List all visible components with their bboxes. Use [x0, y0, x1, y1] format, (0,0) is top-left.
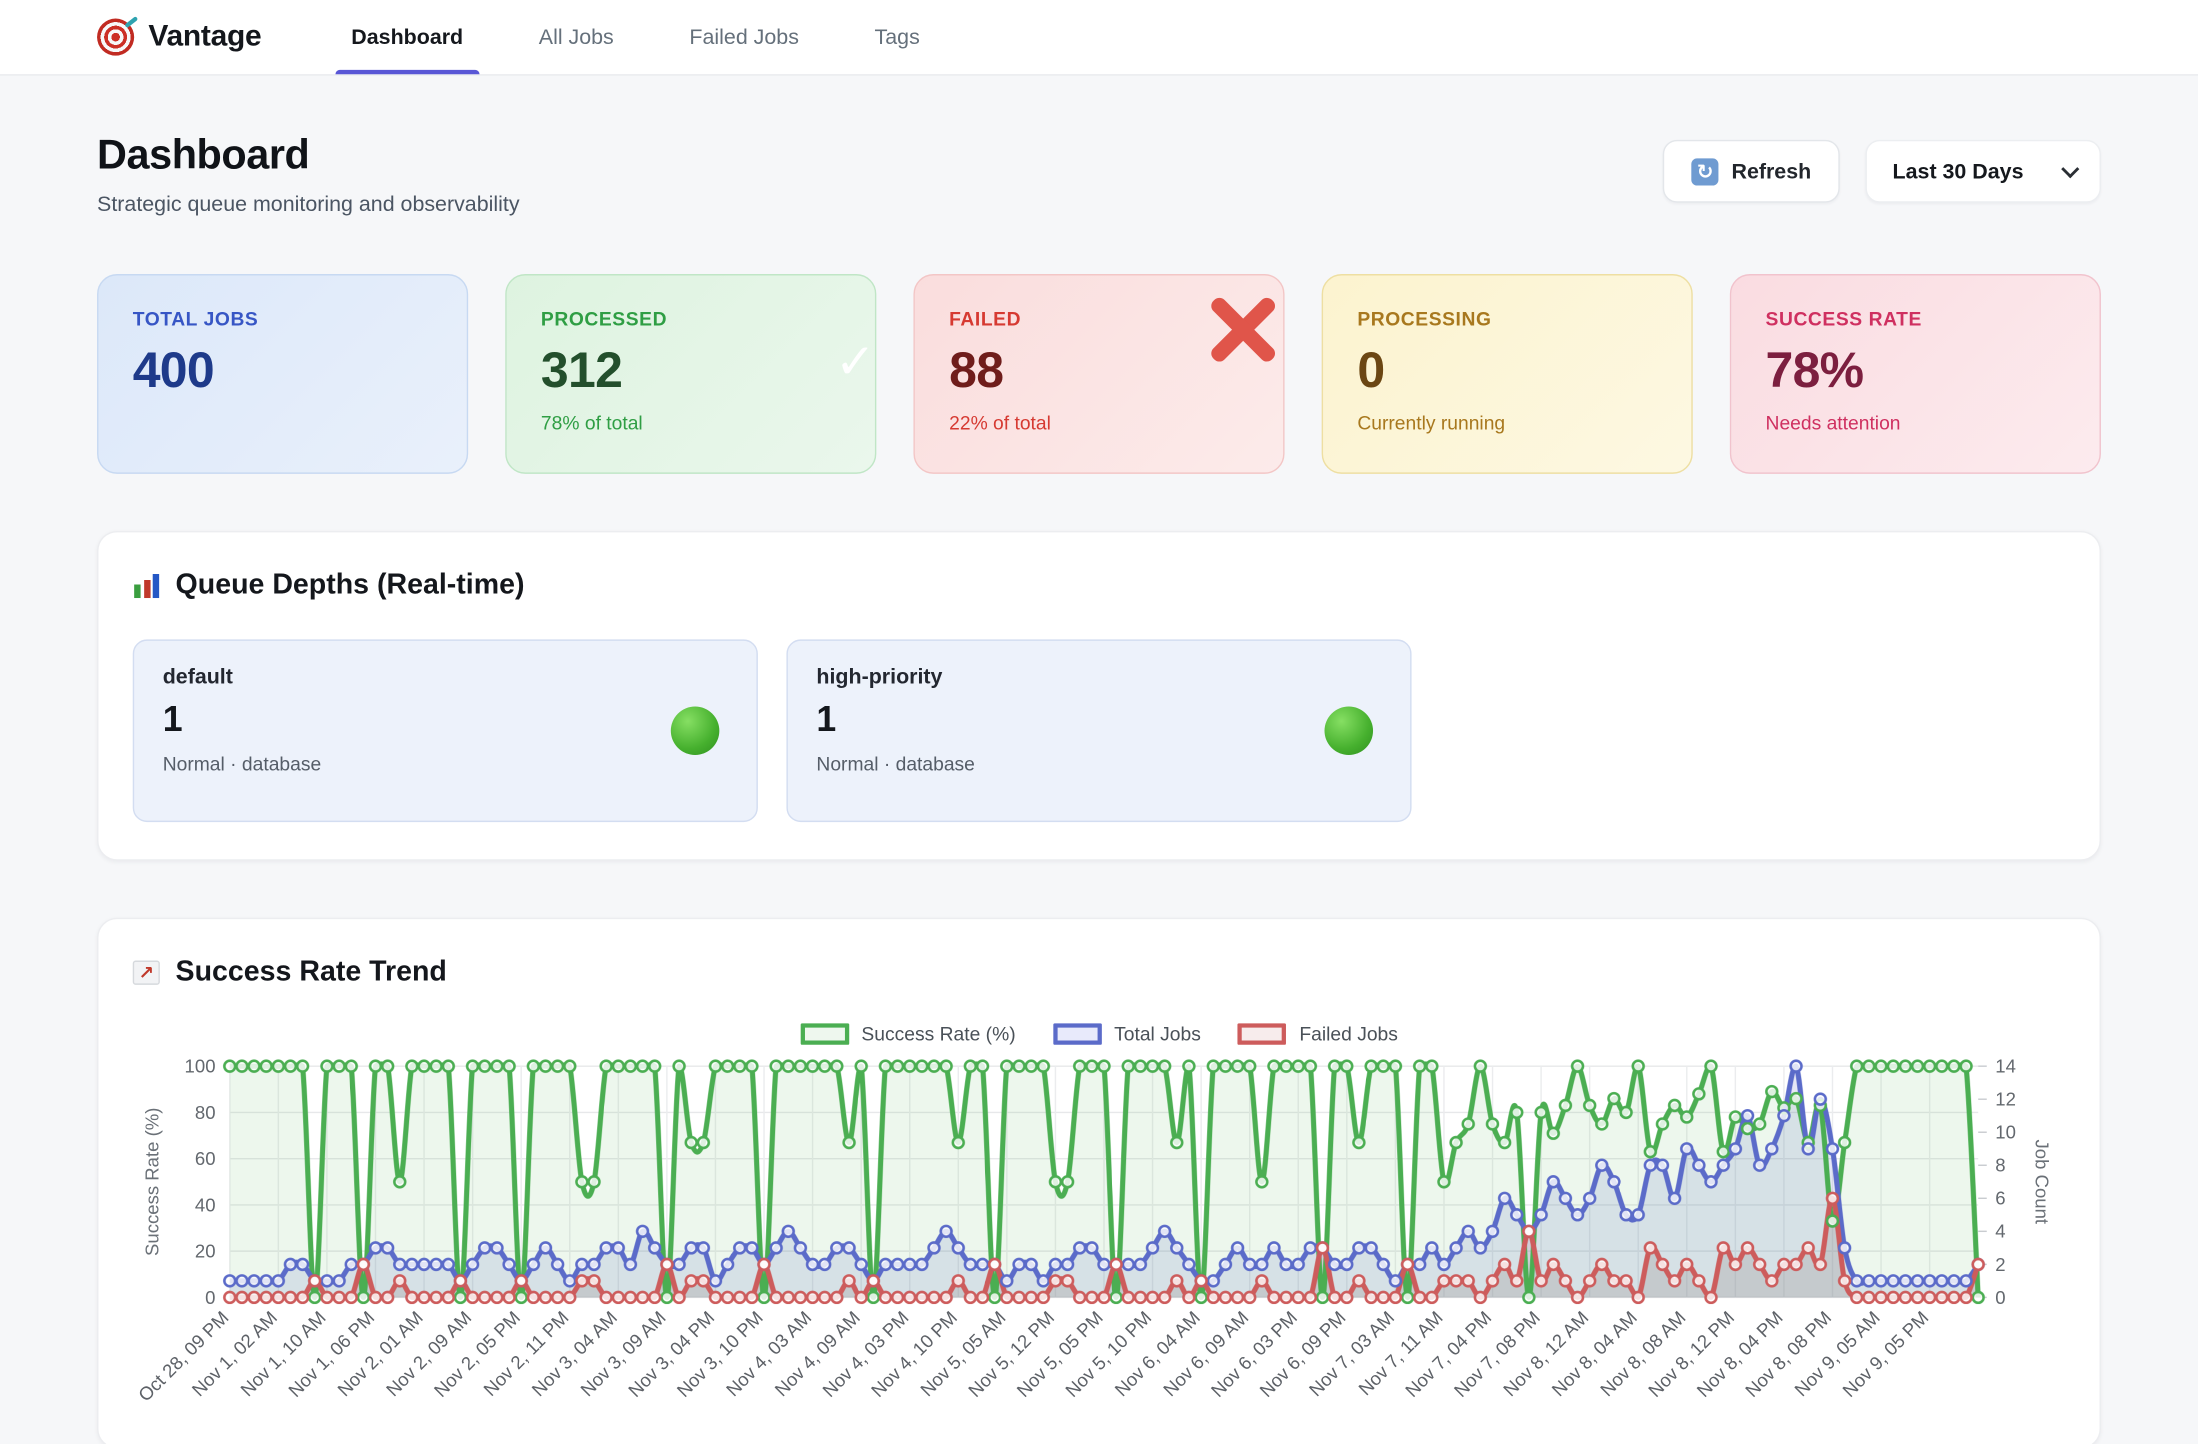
legend-swatch-total-jobs — [1053, 1023, 1102, 1044]
stat-card-total-jobs: TOTAL JOBS 400 — [97, 274, 468, 474]
tab-label: Failed Jobs — [689, 25, 798, 49]
tab-label: All Jobs — [539, 25, 614, 49]
nav-tabs: Dashboard All Jobs Failed Jobs Tags — [347, 0, 924, 74]
refresh-button[interactable]: ↻ Refresh — [1663, 140, 1840, 203]
stat-value: 78% — [1766, 343, 2066, 400]
svg-text:0: 0 — [1995, 1287, 2005, 1308]
stat-label: PROCESSING — [1357, 308, 1657, 329]
range-value: Last 30 Days — [1893, 159, 2024, 183]
tab-label: Tags — [875, 25, 920, 49]
svg-text:40: 40 — [195, 1194, 216, 1215]
svg-text:4: 4 — [1995, 1221, 2005, 1242]
svg-text:14: 14 — [1995, 1056, 2016, 1077]
stat-card-processing: PROCESSING 0 Currently running — [1322, 274, 1693, 474]
refresh-icon: ↻ — [1692, 158, 1719, 185]
tab-label: Dashboard — [351, 25, 463, 49]
stat-card-failed: FAILED 88 22% of total — [913, 274, 1284, 474]
tab-all-jobs[interactable]: All Jobs — [535, 0, 619, 74]
legend-item-total-jobs[interactable]: Total Jobs — [1053, 1023, 1201, 1044]
queue-card-high-priority: high-priority 1 Normal · database — [786, 639, 1411, 822]
stat-value: 88 — [949, 343, 1249, 400]
page-subtitle: Strategic queue monitoring and observabi… — [97, 193, 519, 217]
svg-text:6: 6 — [1995, 1188, 2005, 1209]
page-title: Dashboard — [97, 133, 519, 180]
stat-value: 400 — [133, 343, 433, 400]
page-head: Dashboard Strategic queue monitoring and… — [97, 133, 2101, 217]
page: Dashboard Strategic queue monitoring and… — [0, 133, 2198, 1444]
stat-sub: Needs attention — [1766, 412, 2066, 433]
stat-value: 312 — [541, 343, 841, 400]
legend-label: Total Jobs — [1114, 1023, 1201, 1044]
queue-panel-title: Queue Depths (Real-time) — [133, 569, 2066, 602]
stat-card-processed: PROCESSED 312 78% of total — [505, 274, 876, 474]
queue-status: Normal · database — [816, 754, 1381, 775]
top-nav: Vantage Dashboard All Jobs Failed Jobs T… — [0, 0, 2198, 76]
svg-text:0: 0 — [205, 1287, 215, 1308]
legend-item-success-rate[interactable]: Success Rate (%) — [800, 1023, 1016, 1044]
svg-text:12: 12 — [1995, 1089, 2016, 1110]
success-rate-trend-panel: ↗ Success Rate Trend Success Rate (%) To… — [97, 918, 2101, 1444]
svg-text:60: 60 — [195, 1148, 216, 1169]
legend-label: Failed Jobs — [1299, 1023, 1398, 1044]
stat-label: SUCCESS RATE — [1766, 308, 2066, 329]
queue-panel-title-text: Queue Depths (Real-time) — [176, 569, 525, 602]
trend-panel-title-text: Success Rate Trend — [176, 956, 447, 989]
legend-item-failed-jobs[interactable]: Failed Jobs — [1238, 1023, 1398, 1044]
svg-text:100: 100 — [185, 1056, 216, 1077]
svg-text:2: 2 — [1995, 1254, 2005, 1275]
page-head-left: Dashboard Strategic queue monitoring and… — [97, 133, 519, 217]
page-controls: ↻ Refresh Last 30 Days — [1663, 140, 2101, 203]
stat-value: 0 — [1357, 343, 1657, 400]
queue-name: high-priority — [816, 665, 1381, 689]
queue-name: default — [163, 665, 728, 689]
trend-chart-svg[interactable]: 020406080100Oct 28, 09 PMNov 1, 02 AMNov… — [33, 1056, 2045, 1444]
green-dot-icon — [1325, 706, 1374, 755]
tab-dashboard[interactable]: Dashboard — [347, 0, 467, 74]
chart-legend: Success Rate (%) Total Jobs Failed Jobs — [133, 1023, 2066, 1044]
chevron-down-icon — [2061, 159, 2079, 177]
svg-text:20: 20 — [195, 1241, 216, 1262]
stat-cards-row: TOTAL JOBS 400 PROCESSED 312 78% of tota… — [97, 274, 2101, 474]
range-select[interactable]: Last 30 Days — [1865, 140, 2100, 203]
target-dart-icon — [97, 19, 134, 56]
chart-increasing-icon: ↗ — [133, 961, 160, 985]
queue-card-default: default 1 Normal · database — [133, 639, 758, 822]
trend-panel-title: ↗ Success Rate Trend — [133, 956, 2066, 989]
trend-chart[interactable]: 020406080100Oct 28, 09 PMNov 1, 02 AMNov… — [33, 1056, 2045, 1444]
stat-sub: Currently running — [1357, 412, 1657, 433]
app-root: Vantage Dashboard All Jobs Failed Jobs T… — [0, 0, 2198, 1444]
queue-depth: 1 — [163, 699, 728, 740]
bar-chart-icon — [133, 574, 160, 598]
svg-text:Nov 9, 05 PM: Nov 9, 05 PM — [1838, 1307, 1932, 1401]
legend-label: Success Rate (%) — [861, 1023, 1015, 1044]
stat-label: FAILED — [949, 308, 1249, 329]
stat-card-success-rate: SUCCESS RATE 78% Needs attention — [1730, 274, 2101, 474]
stat-label: TOTAL JOBS — [133, 308, 433, 329]
stat-sub: 22% of total — [949, 412, 1249, 433]
svg-text:8: 8 — [1995, 1155, 2005, 1176]
legend-swatch-success-rate — [800, 1023, 849, 1044]
queue-depths-panel: Queue Depths (Real-time) default 1 Norma… — [97, 531, 2101, 861]
queue-status: Normal · database — [163, 754, 728, 775]
legend-swatch-failed-jobs — [1238, 1023, 1287, 1044]
refresh-label: Refresh — [1731, 159, 1811, 183]
svg-text:10: 10 — [1995, 1122, 2016, 1143]
svg-text:Success Rate (%): Success Rate (%) — [141, 1108, 162, 1256]
queue-grid: default 1 Normal · database high-priorit… — [133, 639, 2066, 822]
queue-depth: 1 — [816, 699, 1381, 740]
svg-text:Job Count: Job Count — [2031, 1139, 2052, 1224]
tab-tags[interactable]: Tags — [870, 0, 924, 74]
svg-text:80: 80 — [195, 1102, 216, 1123]
stat-sub: 78% of total — [541, 412, 841, 433]
brand-name: Vantage — [148, 20, 261, 54]
green-dot-icon — [671, 706, 720, 755]
tab-failed-jobs[interactable]: Failed Jobs — [685, 0, 803, 74]
stat-label: PROCESSED — [541, 308, 841, 329]
brand[interactable]: Vantage — [97, 0, 261, 74]
